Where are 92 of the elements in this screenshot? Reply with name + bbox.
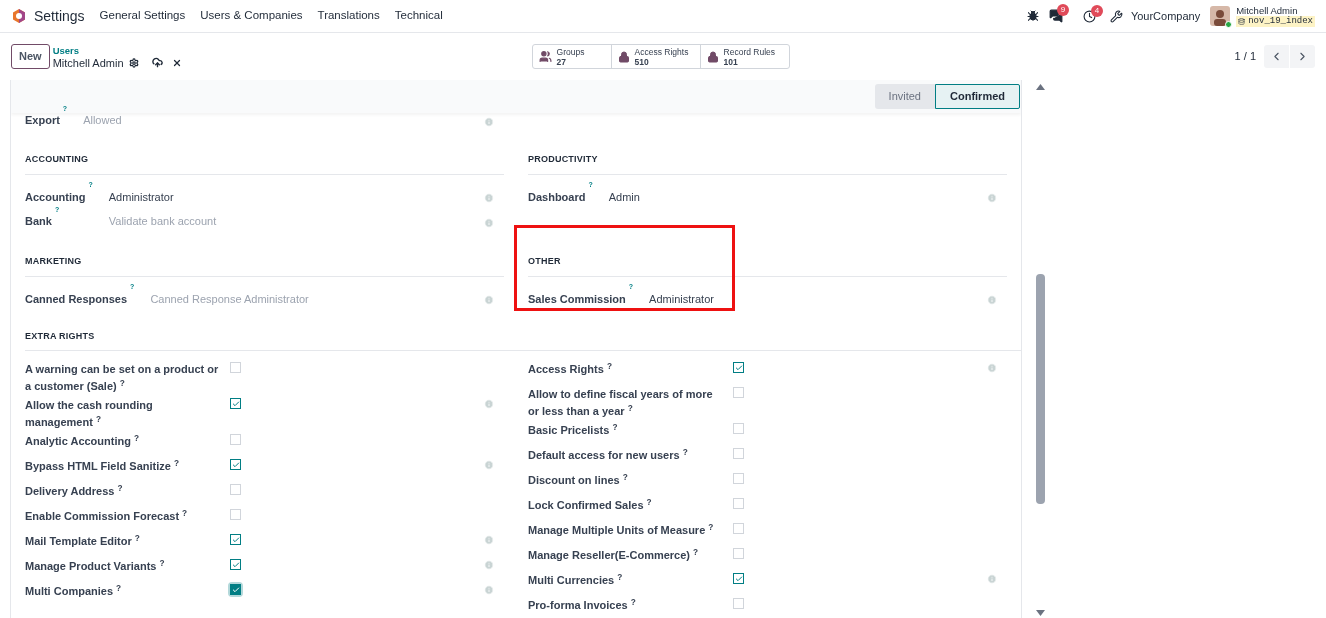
checkbox[interactable] [230,459,241,470]
checkbox-label: Lock Confirmed Sales $^{?}$ [528,499,652,511]
cloud-upload-icon[interactable] [151,57,163,68]
checkbox-label: Multi Currencies $^{?}$ [528,574,623,586]
menu-item[interactable]: Users & Companies [200,7,303,25]
next-button[interactable] [1290,45,1315,68]
previous-button[interactable] [1264,45,1289,68]
checkbox[interactable] [230,559,241,570]
info-icon[interactable] [987,574,997,584]
checkbox-label: Manage Multiple Units of Measure $^{?}$ [528,524,714,536]
notification-badge: 4 [1090,4,1103,17]
info-icon[interactable] [484,399,494,409]
lock-icon [706,50,719,63]
checkbox-label: Analytic Accounting $^{?}$ [25,435,140,447]
info-icon[interactable] [987,193,997,204]
settings-icon[interactable] [128,57,139,68]
checkbox[interactable] [230,534,241,545]
field-label: Export [25,113,60,128]
close-icon[interactable] [171,57,182,68]
status-step[interactable]: Confirmed [935,84,1020,109]
smart-button[interactable]: Groups 27 [532,45,611,68]
bug-icon[interactable] [1026,10,1039,22]
lock-icon [617,50,630,63]
checkbox-label: Multi Companies $^{?}$ [25,585,122,597]
checkbox-label: Discount on lines $^{?}$ [528,474,628,486]
info-icon[interactable] [484,116,494,127]
checkbox-label: Allow the cash rounding management $^{?}$ [25,399,153,428]
info-icon[interactable] [987,295,997,306]
company-name[interactable]: YourCompany [1130,7,1201,25]
app-title[interactable]: Settings [34,5,85,27]
database-label: nov_19_index [1248,16,1313,27]
checkbox-label: Access Rights $^{?}$ [528,363,612,375]
scroll-down-arrow-icon[interactable] [1036,610,1045,616]
info-icon[interactable] [987,363,997,373]
checkbox[interactable] [733,362,744,373]
info-icon[interactable] [484,585,494,595]
checkbox-label: A warning can be set on a product or a customer (Sale) $^{?}$ [25,363,219,392]
smart-button-text: Access Rights 510 [634,46,689,67]
section-title: EXTRA RIGHTS [25,331,95,341]
field-label: Accounting [25,189,86,205]
smart-button-text: Groups 27 [556,46,585,67]
scrollbar-thumb[interactable] [1036,274,1045,504]
menu-item[interactable]: General Settings [99,7,186,25]
field-value[interactable]: Administrator [108,184,476,209]
smart-button-text: Record Rules 101 [723,46,776,67]
info-icon[interactable] [484,535,494,545]
checkbox-label: Basic Pricelists $^{?}$ [528,424,618,436]
checkbox-label: Manage Reseller(E-Commerce) $^{?}$ [528,549,699,561]
checkbox-label: Delivery Address $^{?}$ [25,485,123,497]
field-label: Canned Responses [25,291,128,307]
checkbox-label: Manage Product Variants $^{?}$ [25,560,165,572]
checkbox-label: Enable Commission Forecast $^{?}$ [25,510,188,522]
field-value[interactable]: Admin [608,184,979,209]
avatar[interactable] [1210,6,1231,26]
user-name[interactable]: Mitchell Admin [1236,5,1315,16]
record-title: Mitchell Admin [52,56,124,69]
notification-badge: 9 [1056,4,1069,16]
checkbox[interactable] [230,398,241,409]
info-icon[interactable] [484,193,494,204]
field-value[interactable]: Administrator [649,286,979,311]
pager[interactable]: 1 / 1 [1234,48,1256,65]
field-label: Dashboard [528,189,586,205]
database-icon [1238,18,1246,25]
checkbox-label: Default access for new users $^{?}$ [528,449,688,461]
checkbox-label: Mail Template Editor $^{?}$ [25,535,140,547]
checkbox[interactable] [733,573,744,584]
smart-button[interactable]: Record Rules 101 [699,45,789,68]
menu-item[interactable]: Technical [394,7,443,25]
smart-button[interactable]: Access Rights 510 [610,45,700,68]
field-label: Bank [25,214,52,229]
breadcrumb-link[interactable]: Users [52,44,182,57]
scroll-up-arrow-icon[interactable] [1036,84,1045,90]
section-title: MARKETING [25,255,82,266]
new-button[interactable]: New [11,44,50,69]
field-label: Sales Commission [528,291,626,307]
users-icon [538,50,552,63]
checkbox-label: Bypass HTML Field Sanitize $^{?}$ [25,460,179,472]
info-icon[interactable] [484,560,494,570]
menu-item[interactable]: Translations [317,7,380,25]
info-icon[interactable] [484,295,494,306]
checkbox-label: Pro-forma Invoices $^{?}$ [528,599,636,611]
checkbox[interactable] [230,584,241,595]
checkbox-label: Allow to define fiscal years of more or less than a year $^{?}$ [528,388,713,417]
info-icon[interactable] [484,217,494,228]
section-title: ACCOUNTING [25,153,89,164]
clock-icon[interactable] [1082,9,1096,23]
tools-icon[interactable] [1109,9,1123,23]
app-logo[interactable] [11,8,27,24]
status-step[interactable]: Invited [874,84,935,109]
info-icon[interactable] [484,460,494,470]
section-title: PRODUCTIVITY [528,153,598,164]
section-title: OTHER [528,255,561,266]
